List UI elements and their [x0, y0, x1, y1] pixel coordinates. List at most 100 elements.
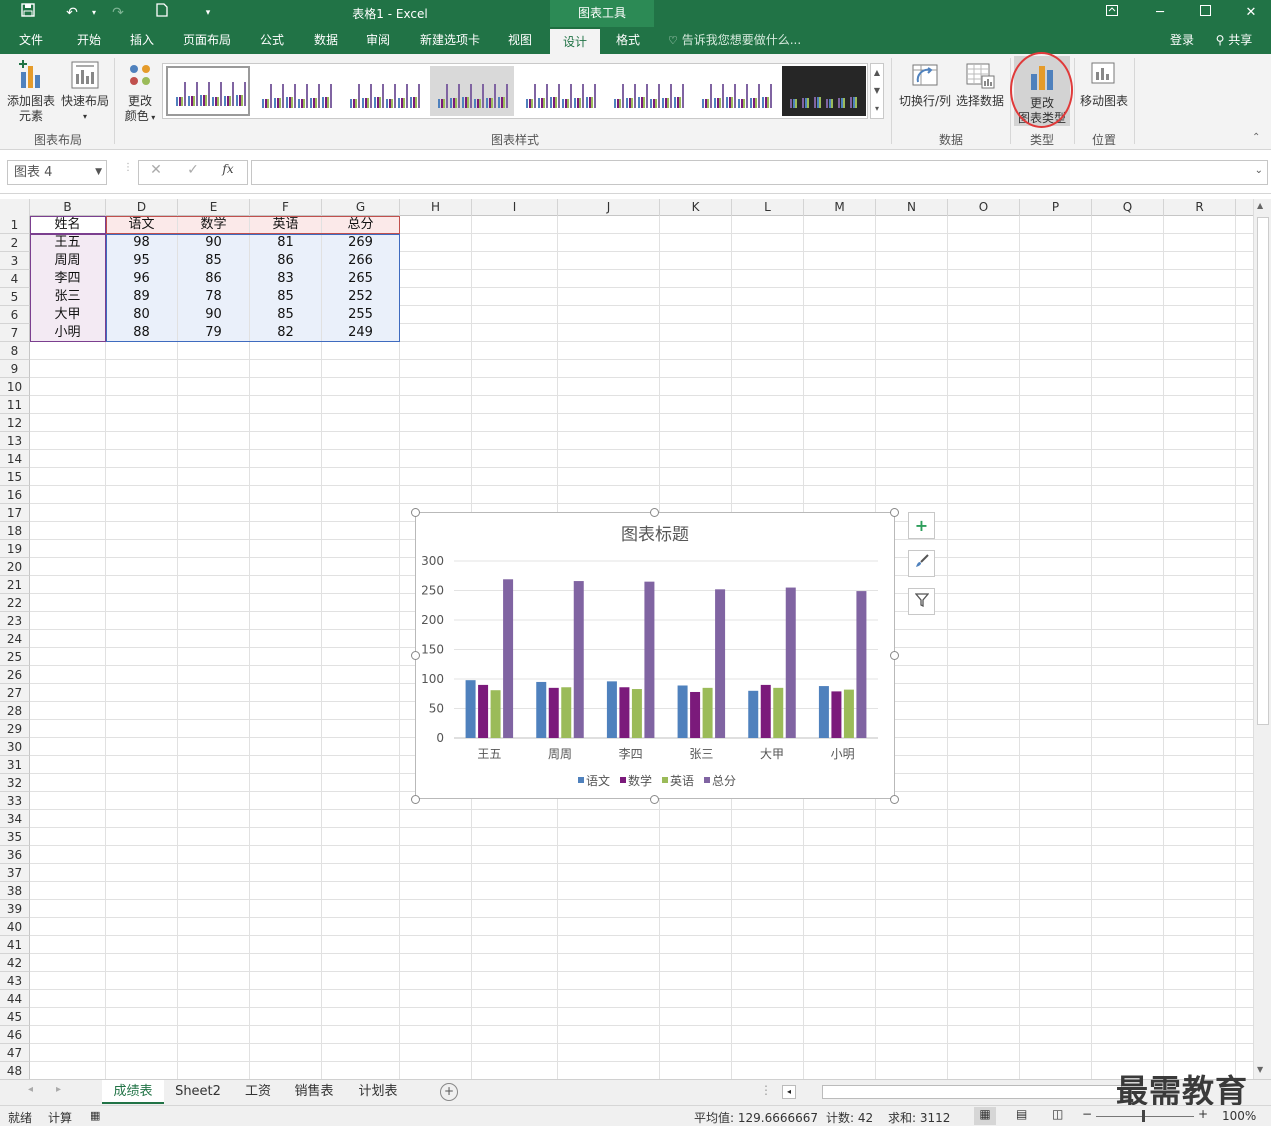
tab-file[interactable]: 文件	[6, 27, 56, 54]
row-header[interactable]: 10	[0, 378, 30, 396]
chart-styles-gallery[interactable]	[162, 63, 868, 119]
row-header[interactable]: 28	[0, 702, 30, 720]
resize-handle[interactable]	[650, 795, 659, 804]
chart-style-4[interactable]	[430, 66, 514, 116]
column-header-r[interactable]: R	[1164, 199, 1236, 216]
customize-qat-icon[interactable]: ▾	[196, 3, 220, 23]
tab-design[interactable]: 设计	[550, 27, 600, 54]
save-icon[interactable]	[16, 3, 40, 23]
login-link[interactable]: 登录	[1162, 27, 1202, 54]
sheet-tab-plan[interactable]: 计划表	[348, 1080, 408, 1104]
chart-style-7[interactable]	[694, 66, 778, 116]
chart-filter-icon[interactable]	[908, 588, 935, 615]
tab-page-layout[interactable]: 页面布局	[172, 27, 242, 54]
status-calculate[interactable]: 计算	[48, 1109, 72, 1126]
column-header-q[interactable]: Q	[1092, 199, 1164, 216]
maximize-button[interactable]	[1190, 2, 1220, 24]
sheet-prev-icon[interactable]: ◂	[28, 1084, 33, 1095]
quick-layout-button[interactable]: 快速布局 ▾	[58, 60, 112, 124]
vertical-scroll-thumb[interactable]	[1257, 217, 1269, 725]
vertical-scrollbar[interactable]: ▲ ▼	[1253, 199, 1271, 1079]
row-header[interactable]: 4	[0, 270, 30, 288]
formula-input[interactable]: ⌄	[251, 160, 1268, 185]
row-header[interactable]: 44	[0, 990, 30, 1008]
tab-home[interactable]: 开始	[64, 27, 114, 54]
row-header[interactable]: 11	[0, 396, 30, 414]
row-header[interactable]: 48	[0, 1062, 30, 1079]
row-header[interactable]: 24	[0, 630, 30, 648]
row-header[interactable]: 42	[0, 954, 30, 972]
sheet-tab-salary[interactable]: 工资	[236, 1080, 280, 1104]
select-data-button[interactable]: 选择数据	[954, 60, 1006, 109]
column-header-h[interactable]: H	[400, 199, 472, 216]
redo-icon[interactable]: ↷	[106, 3, 130, 23]
sheet-next-icon[interactable]: ▸	[56, 1084, 61, 1095]
row-header[interactable]: 3	[0, 252, 30, 270]
close-button[interactable]: ✕	[1236, 2, 1266, 24]
row-header[interactable]: 45	[0, 1008, 30, 1026]
row-header[interactable]: 35	[0, 828, 30, 846]
resize-handle[interactable]	[890, 651, 899, 660]
row-header[interactable]: 21	[0, 576, 30, 594]
row-header[interactable]: 22	[0, 594, 30, 612]
horizontal-scroll-thumb[interactable]	[822, 1085, 1122, 1099]
column-header-i[interactable]: I	[472, 199, 558, 216]
row-header[interactable]: 13	[0, 432, 30, 450]
tab-view[interactable]: 视图	[496, 27, 544, 54]
row-header[interactable]: 1	[0, 216, 30, 234]
row-header[interactable]: 27	[0, 684, 30, 702]
resize-handle[interactable]	[411, 795, 420, 804]
undo-dropdown-icon[interactable]: ▾	[82, 3, 106, 23]
chart-elements-plus-icon[interactable]: +	[908, 512, 935, 539]
row-header[interactable]: 41	[0, 936, 30, 954]
chart-style-8[interactable]	[782, 66, 866, 116]
row-header[interactable]: 31	[0, 756, 30, 774]
chart-style-5[interactable]	[518, 66, 602, 116]
zoom-slider[interactable]	[1096, 1116, 1194, 1117]
column-header-m[interactable]: M	[804, 199, 876, 216]
row-header[interactable]: 18	[0, 522, 30, 540]
row-header[interactable]: 15	[0, 468, 30, 486]
tab-format[interactable]: 格式	[604, 27, 652, 54]
column-header-n[interactable]: N	[876, 199, 948, 216]
chart-style-2[interactable]	[254, 66, 338, 116]
add-sheet-icon[interactable]: +	[440, 1083, 458, 1101]
switch-row-column-button[interactable]: 切换行/列	[896, 60, 954, 109]
ribbon-display-icon[interactable]	[1097, 2, 1127, 24]
row-header[interactable]: 43	[0, 972, 30, 990]
page-break-view-icon[interactable]: ◫	[1052, 1107, 1063, 1121]
hscroll-left-icon[interactable]: ◂	[782, 1085, 796, 1099]
resize-handle[interactable]	[650, 508, 659, 517]
sheet-tab-scores[interactable]: 成绩表	[102, 1080, 164, 1104]
column-header-j[interactable]: J	[558, 199, 660, 216]
column-header-b[interactable]: B	[30, 199, 106, 216]
column-header-d[interactable]: D	[106, 199, 178, 216]
resize-handle[interactable]	[890, 508, 899, 517]
row-header[interactable]: 6	[0, 306, 30, 324]
insert-function-icon[interactable]: fx	[216, 162, 240, 176]
sheet-tab-sheet2[interactable]: Sheet2	[166, 1080, 230, 1104]
row-header[interactable]: 40	[0, 918, 30, 936]
row-header[interactable]: 38	[0, 882, 30, 900]
row-header[interactable]: 5	[0, 288, 30, 306]
row-header[interactable]: 39	[0, 900, 30, 918]
column-header-e[interactable]: E	[178, 199, 250, 216]
row-header[interactable]: 16	[0, 486, 30, 504]
share-button[interactable]: ⚲ 共享	[1208, 27, 1260, 54]
column-header-g[interactable]: G	[322, 199, 400, 216]
tab-data[interactable]: 数据	[302, 27, 350, 54]
new-doc-icon[interactable]	[150, 3, 174, 23]
tell-me-box[interactable]: ♡ 告诉我您想要做什么...	[668, 27, 818, 54]
column-header-f[interactable]: F	[250, 199, 322, 216]
row-header[interactable]: 19	[0, 540, 30, 558]
name-box-dropdown-icon[interactable]: ▼	[95, 161, 102, 184]
select-all-corner[interactable]	[0, 199, 30, 216]
resize-handle[interactable]	[890, 795, 899, 804]
scroll-up-icon[interactable]: ▲	[871, 64, 883, 82]
row-header[interactable]: 37	[0, 864, 30, 882]
name-box[interactable]: 图表 4 ▼	[7, 160, 107, 185]
tab-formulas[interactable]: 公式	[248, 27, 296, 54]
row-header[interactable]: 23	[0, 612, 30, 630]
change-colors-button[interactable]: 更改 颜色 ▾	[118, 60, 162, 125]
chart-style-1[interactable]	[166, 66, 250, 116]
